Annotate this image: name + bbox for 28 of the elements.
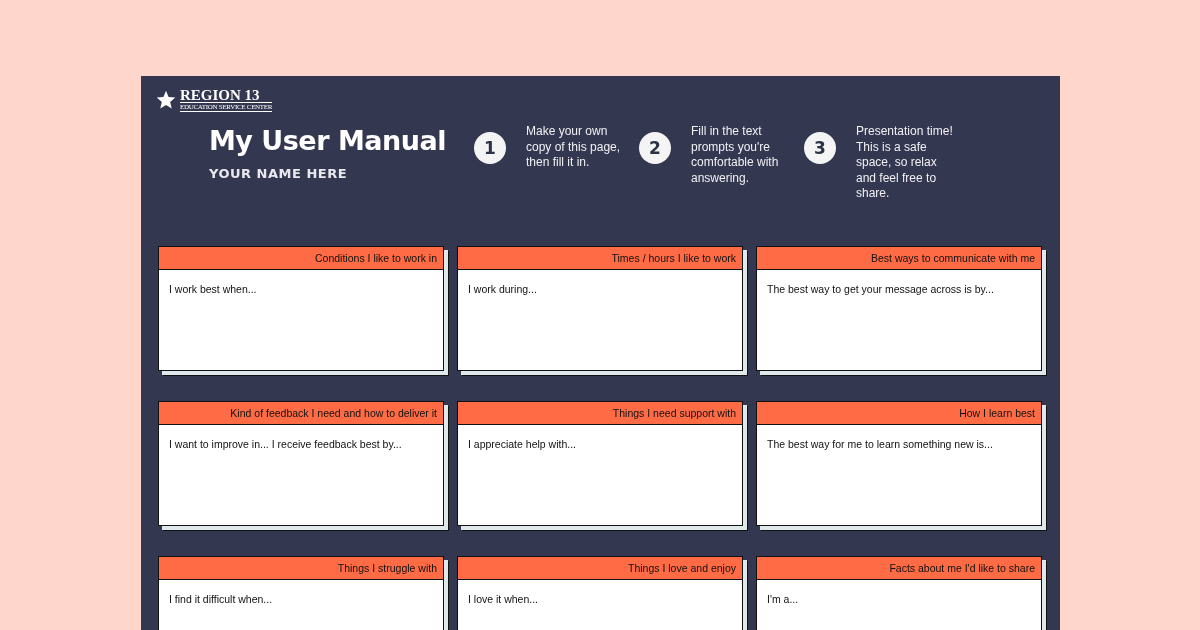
card-prompt: I appreciate help with... [468,438,576,450]
step-text: Fill in the text prompts you're comfortable with answering. [691,124,780,186]
step-text: Presentation time! This is a safe space, so relax and feel free to share. [856,124,954,202]
card-heading: Things I need support with [458,402,742,425]
card-prompt: I find it difficult when... [169,593,273,605]
name-heading: YOUR NAME HERE [209,166,349,181]
card-heading: Facts about me I'd like to share [757,557,1041,580]
card-heading: Best ways to communicate with me [757,247,1041,270]
card-prompt: I want to improve in... I receive feedback best by... [169,438,402,450]
card-heading: Things I struggle with [159,557,443,580]
step-number: 2 [639,132,671,164]
step-number: 1 [474,132,506,164]
step-text: Make your own copy of this page, then fill it in. [526,124,622,171]
card-prompt: I work best when... [169,283,257,295]
card-heading: How I learn best [757,402,1041,425]
card-prompt: I love it when... [468,593,539,605]
card-prompt: I work during... [468,283,537,295]
step-number: 3 [804,132,836,164]
card-prompt: The best way to get your message across is by... [767,283,994,295]
card-heading: Kind of feedback I need and how to deliver it [159,402,443,425]
card-prompt: I'm a... [767,593,799,605]
page-title: My User Manual [209,124,447,158]
star-icon [156,90,176,110]
card-heading: Things I love and enjoy [458,557,742,580]
card-heading: Conditions I like to work in [159,247,443,270]
card-prompt: The best way for me to learn something new is... [767,438,993,450]
card-heading: Times / hours I like to work [458,247,742,270]
logo-name: REGION 13 [180,88,261,102]
